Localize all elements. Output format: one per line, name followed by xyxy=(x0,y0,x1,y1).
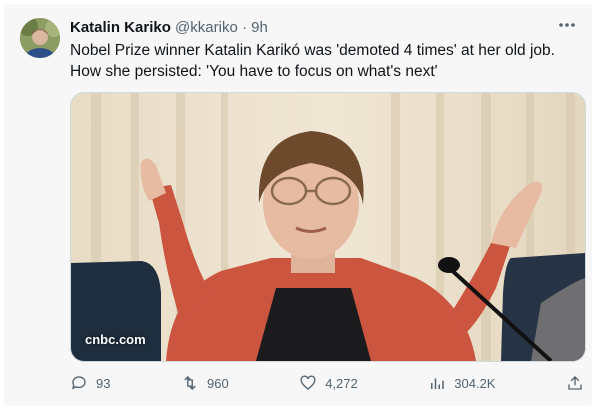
share-button[interactable] xyxy=(566,374,584,392)
views-button[interactable]: 304.2K xyxy=(428,374,495,392)
author-handle[interactable]: @kkariko xyxy=(175,19,238,36)
retweet-count: 960 xyxy=(206,375,229,391)
reply-button[interactable]: 93 xyxy=(70,374,110,392)
tweet-card[interactable]: Katalin Kariko @kkariko · 9h Nobel Prize… xyxy=(4,4,592,406)
views-count: 304.2K xyxy=(454,375,496,391)
retweet-button[interactable]: 960 xyxy=(181,374,229,392)
tweet-text-line-1: Nobel Prize winner Katalin Karikó was 'd… xyxy=(70,42,555,59)
meta-separator: · xyxy=(241,19,247,36)
tweet-text-line-2: How she persisted: 'You have to focus on… xyxy=(70,63,438,80)
photo-illustration xyxy=(71,93,585,361)
author-name[interactable]: Katalin Kariko xyxy=(70,19,171,36)
timestamp[interactable]: 9h xyxy=(251,19,268,36)
more-horizontal-icon[interactable] xyxy=(558,16,576,39)
tweet-header: Katalin Kariko @kkariko · 9h xyxy=(70,18,268,38)
retweet-icon xyxy=(184,376,196,390)
tweet-actions: 93 960 4,272 304.2K xyxy=(70,370,584,396)
tweet-media-image[interactable]: cnbc.com xyxy=(70,92,586,362)
more-dots-graphic xyxy=(559,23,575,27)
heart-icon xyxy=(300,375,316,390)
avatar[interactable] xyxy=(20,18,60,58)
reply-icon xyxy=(71,376,86,390)
views-chart-icon xyxy=(431,378,445,389)
reply-count: 93 xyxy=(96,375,111,391)
like-button[interactable]: 4,272 xyxy=(299,374,358,392)
like-count: 4,272 xyxy=(325,375,358,391)
share-icon xyxy=(568,376,582,390)
media-source-label[interactable]: cnbc.com xyxy=(85,332,146,347)
tweet-text: Nobel Prize winner Katalin Karikó was 'd… xyxy=(70,40,580,82)
